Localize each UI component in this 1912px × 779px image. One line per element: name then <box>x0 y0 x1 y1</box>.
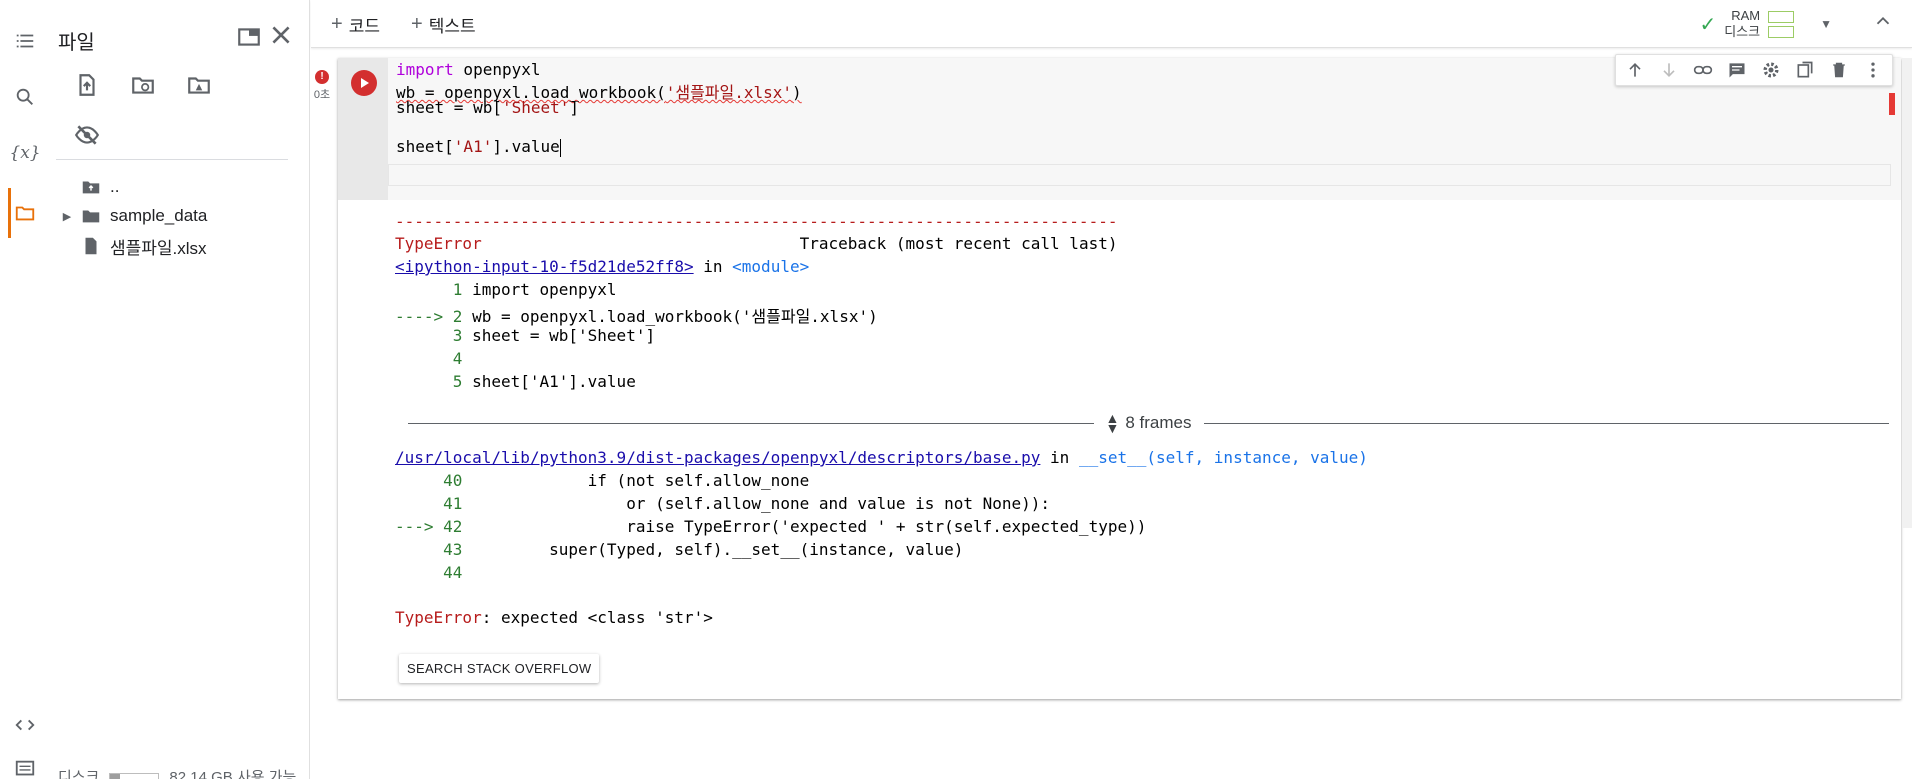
play-icon <box>361 78 369 88</box>
error-scroll-marker <box>1889 93 1895 115</box>
text-cursor <box>559 138 561 157</box>
dropdown-caret-icon[interactable]: ▼ <box>1820 17 1832 31</box>
library-src-line: 44 <box>395 563 473 582</box>
code-line-5: sheet['A1'].value <box>396 137 561 157</box>
tree-item-xlsx-file[interactable]: 샘플파일.xlsx <box>80 233 207 259</box>
traceback-src-line: ----> 2 wb = openpyxl.load_workbook('샘플파… <box>395 307 878 326</box>
search-stack-overflow-button[interactable]: SEARCH STACK OVERFLOW <box>399 654 600 683</box>
traceback-src-line: 5 sheet['A1'].value <box>395 372 636 391</box>
library-src-line: 40 if (not self.allow_none <box>395 471 810 490</box>
notebook-toolbar: + 코드 + 텍스트 ✓ RAM 디스크 ▼ <box>311 0 1912 48</box>
output-dashes: ----------------------------------------… <box>395 212 1118 231</box>
connected-check-icon: ✓ <box>1699 13 1717 36</box>
move-down-icon[interactable] <box>1654 56 1684 84</box>
mount-drive-icon[interactable] <box>184 70 214 100</box>
cell-toolbar <box>1615 54 1893 86</box>
final-error: TypeError: expected <class 'str'> <box>395 608 713 627</box>
add-text-label: 텍스트 <box>428 17 476 36</box>
resources-indicator[interactable]: ✓ RAM 디스크 ▼ <box>1699 8 1832 40</box>
mirror-cell-icon[interactable] <box>1790 56 1820 84</box>
expand-collapse-icon: ▲ ▼ <box>1105 410 1120 436</box>
delete-icon[interactable] <box>1824 56 1854 84</box>
variables-icon[interactable]: {x} <box>8 136 42 170</box>
chevron-right-icon[interactable]: ▶ <box>54 210 80 223</box>
file-icon <box>80 235 110 257</box>
tree-item-label: .. <box>110 177 120 196</box>
code-line-1: import openpyxl <box>396 60 541 79</box>
disk-usage: 디스크 82.14 GB 사용 가능 <box>58 766 296 779</box>
add-text-button[interactable]: + 텍스트 <box>411 12 476 37</box>
code-cell[interactable]: import openpyxl wb = openpyxl.load_workb… <box>338 54 1901 699</box>
settings-gear-icon[interactable] <box>1756 56 1786 84</box>
disk-usage-label: 디스크 <box>58 769 100 779</box>
collapsed-frames[interactable]: ▲ ▼ 8 frames <box>408 411 1889 435</box>
library-src-line: 43 super(Typed, self).__set__(instance, … <box>395 540 964 559</box>
code-line-3: sheet = wb['Sheet'] <box>396 98 580 117</box>
panel-divider <box>56 159 288 160</box>
refresh-folder-icon[interactable] <box>128 70 158 100</box>
left-icon-rail: {x} <box>0 0 50 779</box>
add-code-label: 코드 <box>348 17 380 36</box>
plus-icon: + <box>331 13 343 35</box>
terminal-icon[interactable] <box>8 752 42 779</box>
execution-time: 0초 <box>313 89 331 101</box>
file-panel-title: 파일 <box>58 32 95 54</box>
traceback-src-line: 4 <box>395 349 473 368</box>
upload-file-icon[interactable] <box>72 70 102 100</box>
comment-icon[interactable] <box>1722 56 1752 84</box>
execution-status: ! 0초 <box>313 70 331 102</box>
close-icon[interactable] <box>266 20 296 50</box>
tree-item-parent[interactable]: .. <box>80 174 119 200</box>
more-options-icon[interactable] <box>1858 56 1888 84</box>
ram-label: RAM <box>1731 8 1761 23</box>
tree-item-label: 샘플파일.xlsx <box>110 238 207 258</box>
library-src-line: ---> 42 raise TypeError('expected ' + st… <box>395 517 1147 536</box>
table-of-contents-icon[interactable] <box>8 24 42 58</box>
disk-label: 디스크 <box>1724 24 1761 39</box>
folder-icon <box>80 205 110 227</box>
plus-icon: + <box>411 13 423 35</box>
traceback-src-line: 1 import openpyxl <box>395 280 617 299</box>
current-line-highlight <box>388 164 1891 186</box>
tree-item-label: sample_data <box>110 206 208 225</box>
tree-item-sample-data[interactable]: ▶ sample_data <box>54 203 208 229</box>
collapse-header-icon[interactable] <box>1872 10 1894 38</box>
open-in-tab-icon[interactable] <box>234 22 264 52</box>
add-code-button[interactable]: + 코드 <box>331 12 380 37</box>
disk-usage-text: 82.14 GB 사용 가능 <box>169 769 297 779</box>
error-indicator-icon: ! <box>315 70 329 84</box>
resource-bars <box>1768 10 1795 38</box>
traceback-location: <ipython-input-10-f5d21de52ff8> in <modu… <box>395 257 810 276</box>
library-location: /usr/local/lib/python3.9/dist-packages/o… <box>395 448 1368 467</box>
library-src-line: 41 or (self.allow_none and value is not … <box>395 494 1051 513</box>
library-path-link[interactable]: /usr/local/lib/python3.9/dist-packages/o… <box>395 448 1040 467</box>
traceback-header: TypeError Traceback (most recent call la… <box>395 234 1118 253</box>
frames-label: 8 frames <box>1125 413 1192 432</box>
disk-usage-bar <box>109 772 160 779</box>
traceback-src-line: 3 sheet = wb['Sheet'] <box>395 326 656 345</box>
code-snippets-icon[interactable] <box>8 708 42 742</box>
hide-files-icon[interactable] <box>72 120 102 150</box>
cell-gutter <box>338 58 388 200</box>
file-panel: 파일 .. ▶ sample_data 샘플파일.xlsx 디스크 82.14 … <box>50 0 310 779</box>
link-icon[interactable] <box>1688 56 1718 84</box>
ipython-input-link[interactable]: <ipython-input-10-f5d21de52ff8> <box>395 257 694 276</box>
search-icon[interactable] <box>8 80 42 114</box>
files-folder-icon[interactable] <box>8 196 42 230</box>
run-cell-button[interactable] <box>351 70 377 96</box>
page-scrollbar[interactable] <box>1902 58 1912 528</box>
move-up-icon[interactable] <box>1620 56 1650 84</box>
parent-folder-icon <box>80 176 110 198</box>
